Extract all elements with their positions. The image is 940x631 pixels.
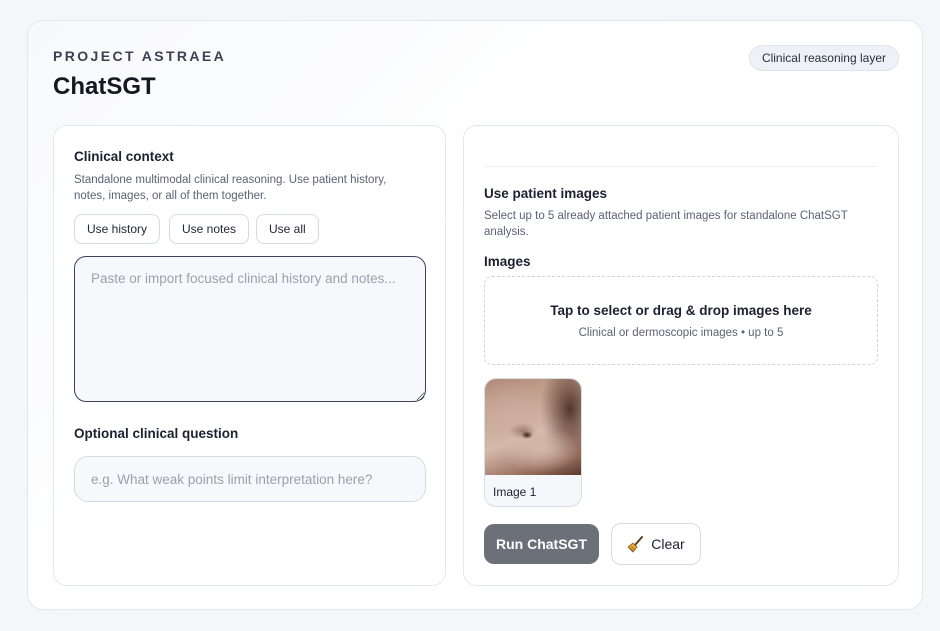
images-section-label: Images xyxy=(484,254,531,269)
use-all-button[interactable]: Use all xyxy=(256,214,319,244)
dropzone-title: Tap to select or drag & drop images here xyxy=(550,303,812,318)
patient-images-panel: Use patient images Select up to 5 alread… xyxy=(463,125,899,586)
clinical-context-panel: Clinical context Standalone multimodal c… xyxy=(53,125,446,586)
patient-image xyxy=(485,379,581,475)
patient-images-heading: Use patient images xyxy=(484,186,608,201)
clinical-question-heading: Optional clinical question xyxy=(74,426,239,441)
image-dropzone[interactable]: Tap to select or drag & drop images here… xyxy=(484,276,878,365)
broom-icon xyxy=(627,536,644,553)
section-divider xyxy=(484,166,878,167)
thumbnail-label: Image 1 xyxy=(493,485,537,499)
clear-button-label: Clear xyxy=(651,536,685,552)
page-title: ChatSGT xyxy=(53,73,156,100)
use-notes-button[interactable]: Use notes xyxy=(169,214,250,244)
image-thumbnail[interactable]: Image 1 xyxy=(484,378,582,507)
run-chatsgt-button[interactable]: Run ChatSGT xyxy=(484,524,599,564)
status-badge: Clinical reasoning layer xyxy=(748,45,899,71)
clear-button[interactable]: Clear xyxy=(611,523,701,565)
dropzone-subtitle: Clinical or dermoscopic images • up to 5 xyxy=(578,327,784,339)
clinical-question-input[interactable] xyxy=(74,456,426,502)
use-history-button[interactable]: Use history xyxy=(74,214,161,244)
clinical-context-heading: Clinical context xyxy=(74,149,174,164)
chatsgt-card: PROJECT ASTRAEA ChatSGT Clinical reasoni… xyxy=(27,20,923,610)
project-eyebrow: PROJECT ASTRAEA xyxy=(53,48,227,64)
patient-images-description: Select up to 5 already attached patient … xyxy=(484,210,848,238)
clinical-context-description: Standalone multimodal clinical reasoning… xyxy=(74,174,387,202)
clinical-history-input[interactable] xyxy=(74,256,426,402)
